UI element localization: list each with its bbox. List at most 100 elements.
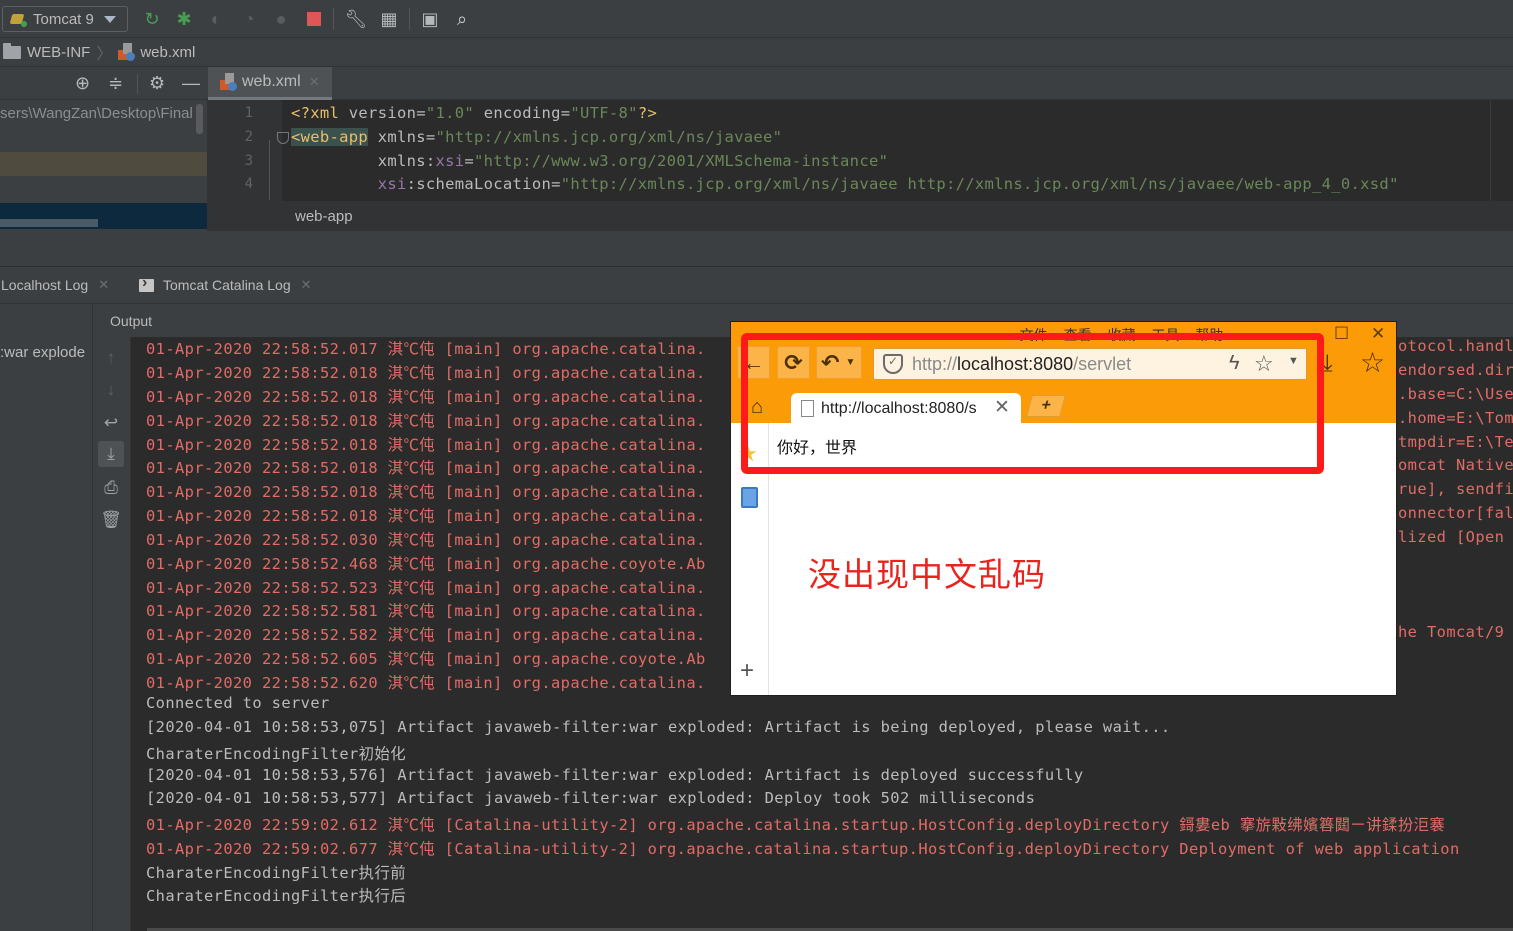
xml-attr: version xyxy=(348,104,417,122)
folder-icon xyxy=(3,42,21,59)
rerun-icon[interactable]: ↻ xyxy=(141,8,163,30)
console-line: 01-Apr-2020 22:58:52.018 淇℃伅 [main] org.… xyxy=(146,483,706,501)
hide-panel-icon[interactable]: — xyxy=(182,73,200,94)
close-icon[interactable]: ✕ xyxy=(98,277,109,293)
attach-icon[interactable]: ● xyxy=(270,8,292,30)
editor-breadcrumb-item[interactable]: web-app xyxy=(295,208,353,225)
settings-wrench-icon[interactable]: 🔧︎ xyxy=(345,8,368,30)
console-line: 01-Apr-2020 22:58:52.030 淇℃伅 [main] org.… xyxy=(146,531,706,549)
code-line-3: xmlns:xsi="http://www.w3.org/2001/XMLSch… xyxy=(291,152,888,170)
gear-icon[interactable]: ⚙ xyxy=(149,73,165,94)
console-line-tail: he Tomcat/9 xyxy=(1398,623,1505,641)
equals: = xyxy=(464,152,475,170)
add-icon[interactable]: + xyxy=(740,657,754,685)
console-line-tail: .base=C:\Use xyxy=(1398,385,1513,403)
deployment-item[interactable]: :war explode xyxy=(0,344,85,361)
code-line-2: <web-app xmlns="http://xmlns.jcp.org/xml… xyxy=(291,128,782,146)
console-line-tail: omcat Native xyxy=(1398,456,1513,474)
breadcrumb-item-web-xml[interactable]: web.xml xyxy=(140,44,195,61)
console-line: 01-Apr-2020 22:58:52.523 淇℃伅 [main] org.… xyxy=(146,579,706,597)
tab-tomcat-catalina-log[interactable]: Tomcat Catalina Log ✕ xyxy=(139,274,312,293)
console-toolbar: ↑ ↓ ↩ ⤓ ⎙ 🗑︎ xyxy=(93,337,131,931)
fold-guide xyxy=(269,140,270,200)
line-number: 4 xyxy=(244,176,253,192)
code-line-1: <?xml version="1.0" encoding="UTF-8"?> xyxy=(291,104,657,122)
console-line-tail: endorsed.dirs xyxy=(1398,361,1513,379)
tablet-icon[interactable] xyxy=(741,487,758,508)
equals: = xyxy=(425,128,436,146)
profile-icon[interactable]: ◔ xyxy=(238,8,260,30)
tab-label: Localhost Log xyxy=(1,277,89,293)
search-icon[interactable]: ⌕ xyxy=(451,8,473,30)
xml-value: "http://xmlns.jcp.org/xml/ns/javaee" xyxy=(435,128,783,146)
close-icon[interactable]: ✕ xyxy=(309,74,320,90)
run-coverage-icon[interactable]: ◐ xyxy=(205,8,227,30)
console-line-tail: .home=E:\Tom xyxy=(1398,409,1513,427)
toolbar-divider xyxy=(333,8,334,30)
close-window-icon[interactable]: ✕ xyxy=(1371,324,1385,344)
code-editor[interactable]: 1 2 3 4 <?xml version="1.0" encoding="UT… xyxy=(207,100,1513,201)
scroll-up-icon[interactable]: ↑ xyxy=(98,345,124,371)
xml-file-icon xyxy=(220,73,238,91)
console-line: 01-Apr-2020 22:59:02.677 淇℃伅 [Catalina-u… xyxy=(146,840,1460,858)
xml-attr: schemaLocation xyxy=(416,175,552,193)
xml-value: "http://xmlns.jcp.org/xml/ns/javaee http… xyxy=(560,175,1399,193)
panel-splitter[interactable] xyxy=(0,231,1513,267)
scroll-down-icon[interactable]: ↓ xyxy=(98,377,124,403)
breadcrumb-separator: 〉 xyxy=(96,46,113,63)
console-line: 01-Apr-2020 22:58:52.018 淇℃伅 [main] org.… xyxy=(146,507,706,525)
run-config-label: Tomcat 9 xyxy=(33,10,94,28)
favorites-star-icon[interactable]: ☆ xyxy=(1360,346,1385,379)
line-number: 2 xyxy=(244,129,253,145)
colon: : xyxy=(406,175,417,193)
tab-localhost-log[interactable]: Localhost Log ✕ xyxy=(1,277,109,293)
services-tabs: Localhost Log ✕ Tomcat Catalina Log ✕ xyxy=(0,267,1513,304)
line-gutter: 1 2 3 4 xyxy=(207,100,282,201)
print-icon[interactable]: ⎙ xyxy=(98,475,124,501)
console-icon xyxy=(139,274,154,292)
main-toolbar: Tomcat 9 ↻ ✱ ◐ ◔ ● 🔧︎ ▦ ▣ ⌕ xyxy=(0,0,1513,38)
console-line: 01-Apr-2020 22:58:52.018 淇℃伅 [main] org.… xyxy=(146,459,706,477)
project-scrollbar[interactable] xyxy=(196,104,203,134)
right-margin-guide xyxy=(1490,100,1491,201)
console-line: 01-Apr-2020 22:58:52.605 淇℃伅 [main] org.… xyxy=(146,650,706,668)
xml-pi: ?> xyxy=(637,104,658,122)
project-horizontal-scrollbar[interactable] xyxy=(0,219,98,227)
output-label: Output xyxy=(110,313,153,329)
clear-all-icon[interactable]: 🗑︎ xyxy=(98,507,124,533)
stop-icon[interactable] xyxy=(303,8,325,30)
project-tree: sers\WangZan\Desktop\Final xyxy=(0,100,207,231)
equals: = xyxy=(551,175,561,193)
collapse-all-icon[interactable]: ≑ xyxy=(108,73,123,94)
tab-web-xml[interactable]: web.xml ✕ xyxy=(208,67,332,100)
xml-attr: encoding xyxy=(483,104,561,122)
xml-value: "http://www.w3.org/2001/XMLSchema-instan… xyxy=(474,152,889,170)
console-line: CharaterEncodingFilter执行后 xyxy=(146,887,407,905)
line-number: 3 xyxy=(244,153,253,169)
maximize-icon[interactable]: ☐ xyxy=(1334,324,1349,344)
console-line: [2020-04-01 10:58:53,577] Artifact javaw… xyxy=(146,789,1036,807)
console-line-tail: otocol.handle xyxy=(1398,337,1513,355)
locate-icon[interactable]: ⊕ xyxy=(75,73,90,94)
debug-icon[interactable]: ✱ xyxy=(173,8,195,30)
console-line: 01-Apr-2020 22:58:52.468 淇℃伅 [main] org.… xyxy=(146,555,706,573)
console-line: 01-Apr-2020 22:58:52.018 淇℃伅 [main] org.… xyxy=(146,436,706,454)
project-path[interactable]: sers\WangZan\Desktop\Final xyxy=(0,105,193,122)
fold-icon[interactable] xyxy=(277,132,289,144)
equals: = xyxy=(560,104,571,122)
xml-namespace: xsi xyxy=(377,175,407,193)
soft-wrap-icon[interactable]: ↩ xyxy=(98,410,124,436)
services-tree: :war explode xyxy=(0,304,93,931)
run-config-select[interactable]: Tomcat 9 xyxy=(2,6,128,32)
project-structure-icon[interactable]: ▦ xyxy=(378,8,400,30)
highlight-box xyxy=(741,333,1324,474)
terminal-icon[interactable]: ▣ xyxy=(419,8,441,30)
scroll-to-end-icon[interactable]: ⤓ xyxy=(98,441,124,467)
editor-breadcrumb: web-app xyxy=(207,201,1513,231)
console-line-tail: onnector[fal xyxy=(1398,504,1513,522)
console-line: CharaterEncodingFilter初始化 xyxy=(146,745,407,763)
console-line: CharaterEncodingFilter执行前 xyxy=(146,864,407,882)
console-line-tail: lized [Open xyxy=(1398,528,1505,546)
close-icon[interactable]: ✕ xyxy=(301,277,312,293)
breadcrumb-item-web-inf[interactable]: WEB-INF xyxy=(27,44,90,61)
